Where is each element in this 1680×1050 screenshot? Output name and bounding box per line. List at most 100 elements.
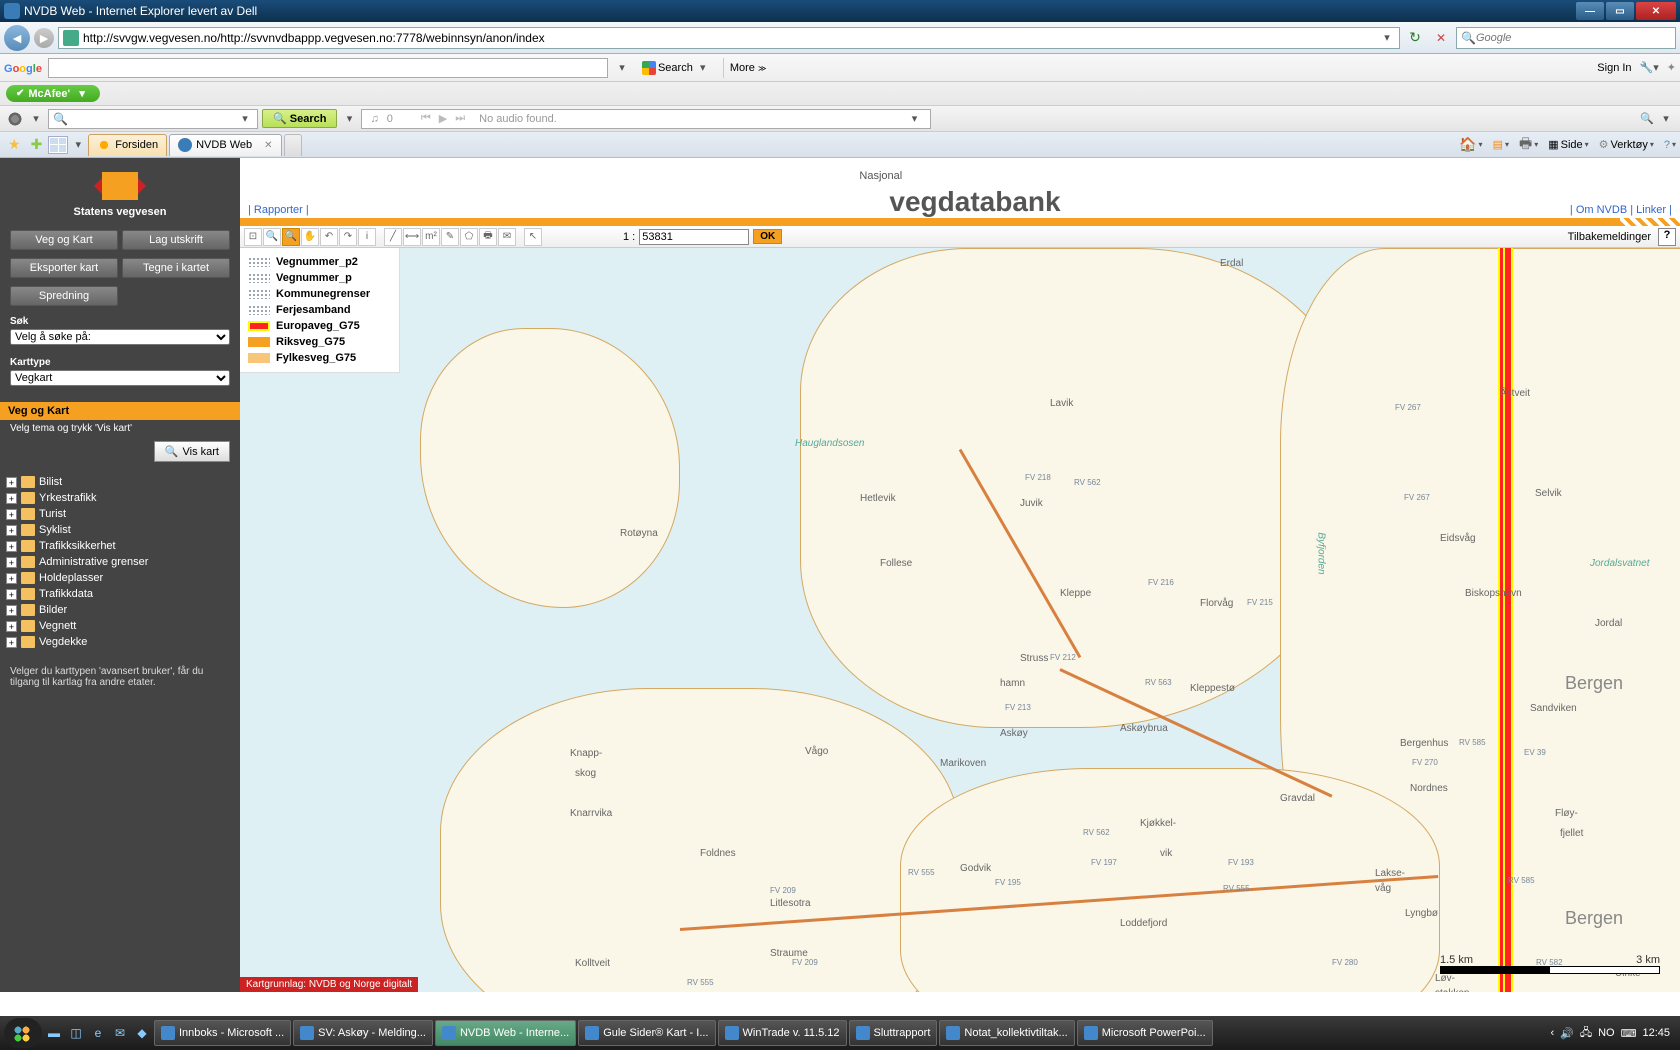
scale-ok[interactable]: OK xyxy=(753,229,782,244)
switch-windows-icon[interactable]: ◫ xyxy=(66,1023,86,1043)
tree-node[interactable]: +Bilder xyxy=(6,602,234,618)
tab-forsiden[interactable]: Forsiden xyxy=(88,134,167,156)
search-dropdown[interactable]: ▾ xyxy=(341,112,357,125)
zoom-full-icon[interactable]: ⊡ xyxy=(244,228,262,246)
address-bar[interactable]: ▾ xyxy=(58,27,1400,49)
expand-icon[interactable]: + xyxy=(6,621,17,632)
tray-keyboard-icon[interactable]: ⌨ xyxy=(1621,1027,1637,1040)
search-q-dropdown[interactable]: ▾ xyxy=(237,112,253,125)
page-icon[interactable]: ▦ xyxy=(1548,138,1558,151)
ql-app-icon[interactable]: ◆ xyxy=(132,1023,152,1043)
btn-spredning[interactable]: Spredning xyxy=(10,286,118,306)
taskbar-task[interactable]: Sluttrapport xyxy=(849,1020,938,1046)
close-button[interactable]: ✕ xyxy=(1636,2,1676,20)
scale-input[interactable] xyxy=(639,229,749,245)
home-dropdown[interactable]: ▾ xyxy=(1479,140,1483,149)
zoom-icon[interactable]: 🔍 xyxy=(1640,112,1654,125)
mail-icon[interactable]: ✉ xyxy=(498,228,516,246)
add-favorite-icon[interactable]: ✚ xyxy=(31,136,43,153)
taskbar-task[interactable]: Innboks - Microsoft ... xyxy=(154,1020,291,1046)
stop-button[interactable]: ✕ xyxy=(1430,27,1452,49)
tray-volume-icon[interactable]: 🔊 xyxy=(1560,1027,1574,1040)
search-q-box[interactable]: 🔍 ▾ xyxy=(48,109,258,129)
tab-grid-icon[interactable] xyxy=(48,136,68,154)
taskbar-task[interactable]: SV: Askøy - Melding... xyxy=(293,1020,433,1046)
zoom-in-icon[interactable]: 🔍 xyxy=(263,228,281,246)
media-dropdown[interactable]: ▾ xyxy=(906,112,922,125)
tray-lang[interactable]: NO xyxy=(1598,1027,1615,1039)
search-button[interactable]: 🔍 Search xyxy=(262,109,337,128)
tree-node[interactable]: +Vegdekke xyxy=(6,634,234,650)
url-input[interactable] xyxy=(83,31,1379,45)
maximize-button[interactable]: ▭ xyxy=(1606,2,1634,20)
favorites-star-icon[interactable]: ★ xyxy=(8,136,21,153)
google-search-button[interactable]: Search▾ xyxy=(636,59,717,77)
expand-icon[interactable]: + xyxy=(6,541,17,552)
taskbar-task[interactable]: Notat_kollektivtiltak... xyxy=(939,1020,1074,1046)
expand-icon[interactable]: + xyxy=(6,477,17,488)
tree-node[interactable]: +Trafikksikkerhet xyxy=(6,538,234,554)
clock[interactable]: 12:45 xyxy=(1642,1027,1670,1039)
google-signin[interactable]: Sign In xyxy=(1597,62,1631,74)
tab-close[interactable]: ✕ xyxy=(264,140,272,151)
expand-icon[interactable]: + xyxy=(6,573,17,584)
map-area[interactable]: FolleseJuvikLavikHetlevikErdalKleppeFlor… xyxy=(240,248,1680,992)
clear-icon[interactable]: ✎ xyxy=(441,228,459,246)
back-view-icon[interactable]: ↶ xyxy=(320,228,338,246)
header-right-links[interactable]: | Om NVDB | Linker | xyxy=(1570,204,1672,216)
map-canvas[interactable]: FolleseJuvikLavikHetlevikErdalKleppeFlor… xyxy=(240,248,1680,992)
btn-tegne[interactable]: Tegne i kartet xyxy=(122,258,230,278)
start-button[interactable] xyxy=(4,1018,42,1048)
google-input-dropdown[interactable]: ▾ xyxy=(614,61,630,74)
zoom-out-icon[interactable]: 🔍 xyxy=(282,228,300,246)
tab-nvdb[interactable]: NVDB Web ✕ xyxy=(169,134,281,156)
btn-veg-og-kart[interactable]: Veg og Kart xyxy=(10,230,118,250)
tree-node[interactable]: +Vegnett xyxy=(6,618,234,634)
fwd-view-icon[interactable]: ↷ xyxy=(339,228,357,246)
back-button[interactable]: ◄ xyxy=(4,25,30,51)
measure-area-icon[interactable]: m² xyxy=(422,228,440,246)
mcafee-badge[interactable]: McAfee' ▾ xyxy=(6,85,100,102)
draw-line-icon[interactable]: ╱ xyxy=(384,228,402,246)
new-tab[interactable] xyxy=(284,134,302,156)
print-icon[interactable]: 🖶 xyxy=(1519,133,1532,157)
search-input[interactable] xyxy=(1476,32,1671,44)
home-icon[interactable]: 🏠 xyxy=(1459,136,1476,153)
print-map-icon[interactable]: 🖶 xyxy=(479,228,497,246)
tree-node[interactable]: +Holdeplasser xyxy=(6,570,234,586)
next-track[interactable]: ⏭ xyxy=(455,112,465,125)
polygon-icon[interactable]: ⬠ xyxy=(460,228,478,246)
info-icon[interactable]: i xyxy=(358,228,376,246)
refresh-button[interactable]: ↻ xyxy=(1404,27,1426,49)
taskbar-task[interactable]: WinTrade v. 11.5.12 xyxy=(718,1020,847,1046)
ql-outlook-icon[interactable]: ✉ xyxy=(110,1023,130,1043)
ql-ie-icon[interactable]: e xyxy=(88,1023,108,1043)
forward-button[interactable]: ► xyxy=(34,28,54,48)
tree-node[interactable]: +Administrative grenser xyxy=(6,554,234,570)
tree-node[interactable]: +Turist xyxy=(6,506,234,522)
tree-node[interactable]: +Trafikkdata xyxy=(6,586,234,602)
gear-dropdown[interactable]: ▾ xyxy=(28,112,44,125)
taskbar-task[interactable]: NVDB Web - Interne... xyxy=(435,1020,576,1046)
measure-dist-icon[interactable]: ⟷ xyxy=(403,228,421,246)
tree-node[interactable]: +Syklist xyxy=(6,522,234,538)
tray-arrow[interactable]: ‹ xyxy=(1550,1027,1554,1039)
expand-icon[interactable]: + xyxy=(6,509,17,520)
tray-network-icon[interactable]: 🖧 xyxy=(1580,1024,1592,1043)
url-dropdown[interactable]: ▾ xyxy=(1379,31,1395,44)
sok-select[interactable]: Velg å søke på: xyxy=(10,329,230,345)
wrench-icon[interactable]: 🔧▾ xyxy=(1640,61,1659,74)
help-button[interactable]: ? xyxy=(1658,228,1676,246)
expand-icon[interactable]: + xyxy=(6,525,17,536)
expand-icon[interactable]: + xyxy=(6,493,17,504)
google-more[interactable]: More ≫ xyxy=(730,62,767,74)
karttype-select[interactable]: Vegkart xyxy=(10,370,230,386)
minimize-button[interactable]: — xyxy=(1576,2,1604,20)
search-q-input[interactable] xyxy=(68,113,237,125)
help-icon[interactable]: ? xyxy=(1664,139,1670,151)
prev-track[interactable]: ⏮ xyxy=(421,112,431,125)
zoom-dropdown[interactable]: ▾ xyxy=(1658,112,1674,125)
select-icon[interactable]: ↖ xyxy=(524,228,542,246)
browser-search[interactable]: 🔍 xyxy=(1456,27,1676,49)
tree-node[interactable]: +Yrkestrafikk xyxy=(6,490,234,506)
